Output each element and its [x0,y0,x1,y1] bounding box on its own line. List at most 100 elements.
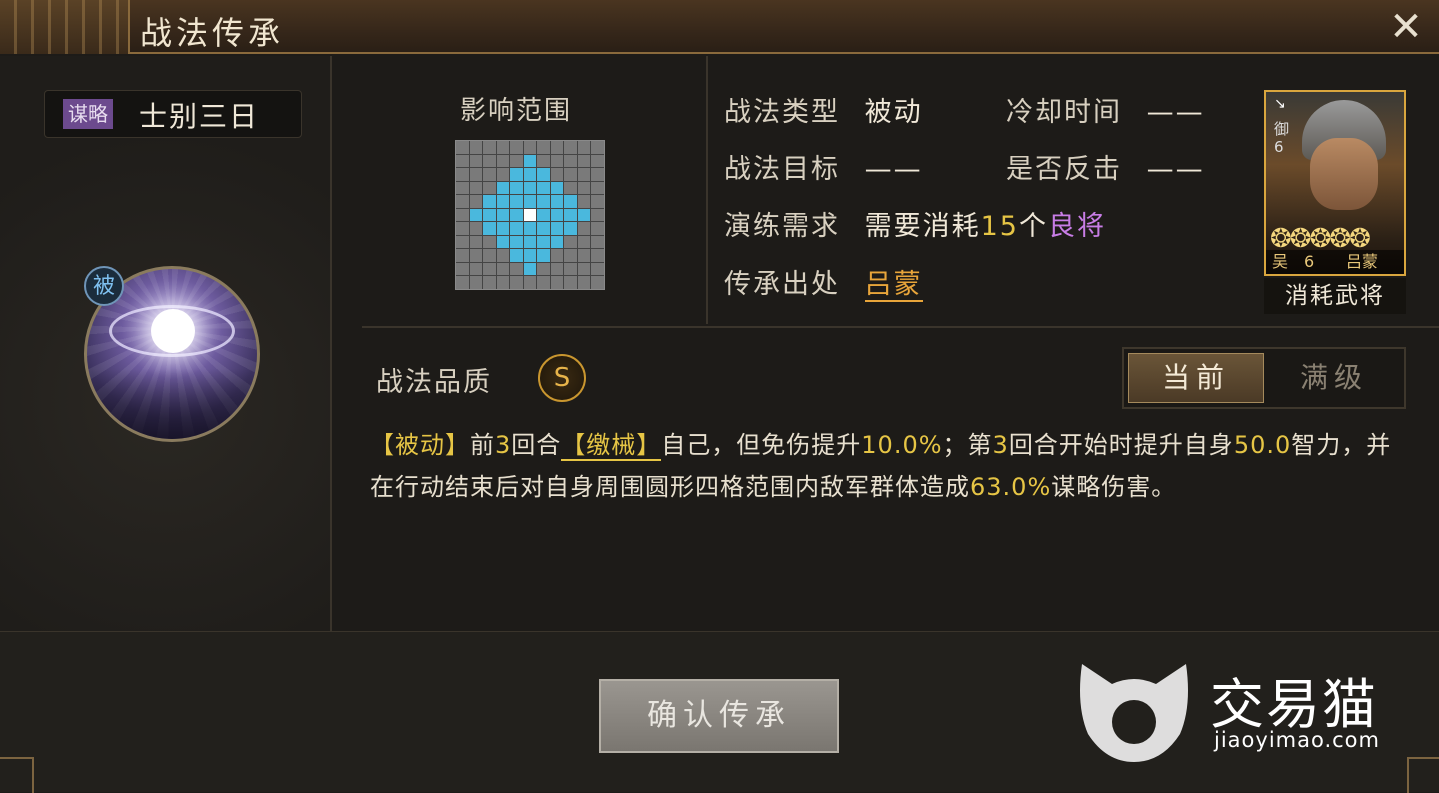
range-cell [537,276,550,289]
hero-name: 吕蒙 [1346,252,1379,271]
range-cell [483,154,496,168]
watermark-url: jiaoyimao.com [1214,728,1380,752]
range-cell [591,141,604,154]
range-cell [496,262,510,276]
range-cell [496,276,510,289]
info-row-cooldown: 冷却时间 —— [1006,90,1205,129]
range-cell-hit [550,222,564,235]
range-cell [510,262,523,276]
desc-number: 10.0% [861,431,943,459]
skill-description: 【被动】前3回合【缴械】自己，但免伤提升10.0%；第3回合开始时提升自身50.… [370,424,1410,508]
desc-text: 自己，但免伤提升 [661,431,862,459]
info-row-type: 战法类型 被动 [724,90,923,129]
range-cell [469,168,483,181]
cat-logo-icon [1080,664,1188,762]
range-cell-hit [510,181,523,195]
range-cell-hit [496,208,510,222]
range-cell [456,276,469,289]
range-cell [510,154,523,168]
desc-text: 前 [470,431,495,459]
range-cell-hit [496,181,510,195]
range-cell [496,141,510,154]
corner-ornament [0,757,34,793]
range-cell-hit [523,235,537,249]
range-cell [537,154,550,168]
range-cell [550,276,564,289]
counter-label: 是否反击 [1006,154,1122,185]
range-cell [469,154,483,168]
range-cell [456,154,469,168]
range-cell [550,141,564,154]
range-cell [469,235,483,249]
range-cell-hit [550,195,564,208]
drill-label: 演练需求 [724,211,840,242]
range-cell [523,141,537,154]
range-cell-hit [469,208,483,222]
range-cell [577,181,591,195]
range-cell-center [523,208,537,222]
info-row-counter: 是否反击 —— [1006,147,1205,186]
quality-badge: S [538,354,586,402]
range-cell [496,154,510,168]
info-row-source: 传承出处 吕蒙 [724,262,923,302]
close-button[interactable]: ✕ [1385,6,1427,48]
quality-label: 战法品质 [376,367,492,398]
range-cell [469,195,483,208]
range-cell [577,276,591,289]
hero-faction: 吴 [1272,252,1289,271]
window-title: 战法传承 [140,14,285,52]
range-cell-hit [510,222,523,235]
range-cell [469,249,483,262]
range-cell-hit [537,168,550,181]
range-cell [469,262,483,276]
range-cell-hit [483,195,496,208]
range-cell-hit [564,222,577,235]
range-cell [483,168,496,181]
range-cell-hit [483,208,496,222]
hero-card[interactable]: ↘ 御6 ❂❂❂❂❂ 吴 6 吕蒙 [1264,90,1406,276]
skill-name: 士别三日 [139,100,260,133]
desc-number: 50.0 [1233,431,1292,459]
range-cell [591,222,604,235]
range-cell-hit [523,181,537,195]
range-cell [456,195,469,208]
range-grid [455,140,605,290]
range-cell [564,154,577,168]
confirm-inherit-button[interactable]: 确认传承 [599,679,839,753]
range-cell-hit [537,249,550,262]
tab-max-level[interactable]: 满级 [1266,353,1402,403]
range-cell-hit [496,195,510,208]
range-cell-hit [537,208,550,222]
range-cell [564,262,577,276]
range-cell [469,141,483,154]
desc-disarm-link[interactable]: 【缴械】 [561,431,662,461]
range-cell [577,235,591,249]
source-hero-link[interactable]: 吕蒙 [864,269,923,302]
desc-text: ；第 [942,431,993,459]
range-cell-hit [523,168,537,181]
desc-text: 谋略伤害。 [1051,473,1177,501]
title-bar: 战法传承 ✕ [0,0,1439,54]
corner-ornament [1407,757,1439,793]
range-cell [577,262,591,276]
range-cell-hit [510,168,523,181]
hero-portrait [1310,138,1378,210]
level-toggle: 当前 满级 [1122,347,1406,409]
desc-text: 回合 [511,431,562,459]
range-cell [564,235,577,249]
tab-current[interactable]: 当前 [1128,353,1264,403]
range-cell-hit [496,222,510,235]
range-cell [483,235,496,249]
desc-number: 3 [992,431,1009,459]
range-cell [550,168,564,181]
range-cell-hit [550,181,564,195]
drill-unit: 个 [1018,211,1048,242]
range-cell-hit [537,222,550,235]
range-cell [456,222,469,235]
range-cell [577,154,591,168]
range-cell [483,249,496,262]
range-cell [456,235,469,249]
hero-side-text: 御6 [1274,120,1290,156]
range-cell [564,141,577,154]
range-cell [564,168,577,181]
